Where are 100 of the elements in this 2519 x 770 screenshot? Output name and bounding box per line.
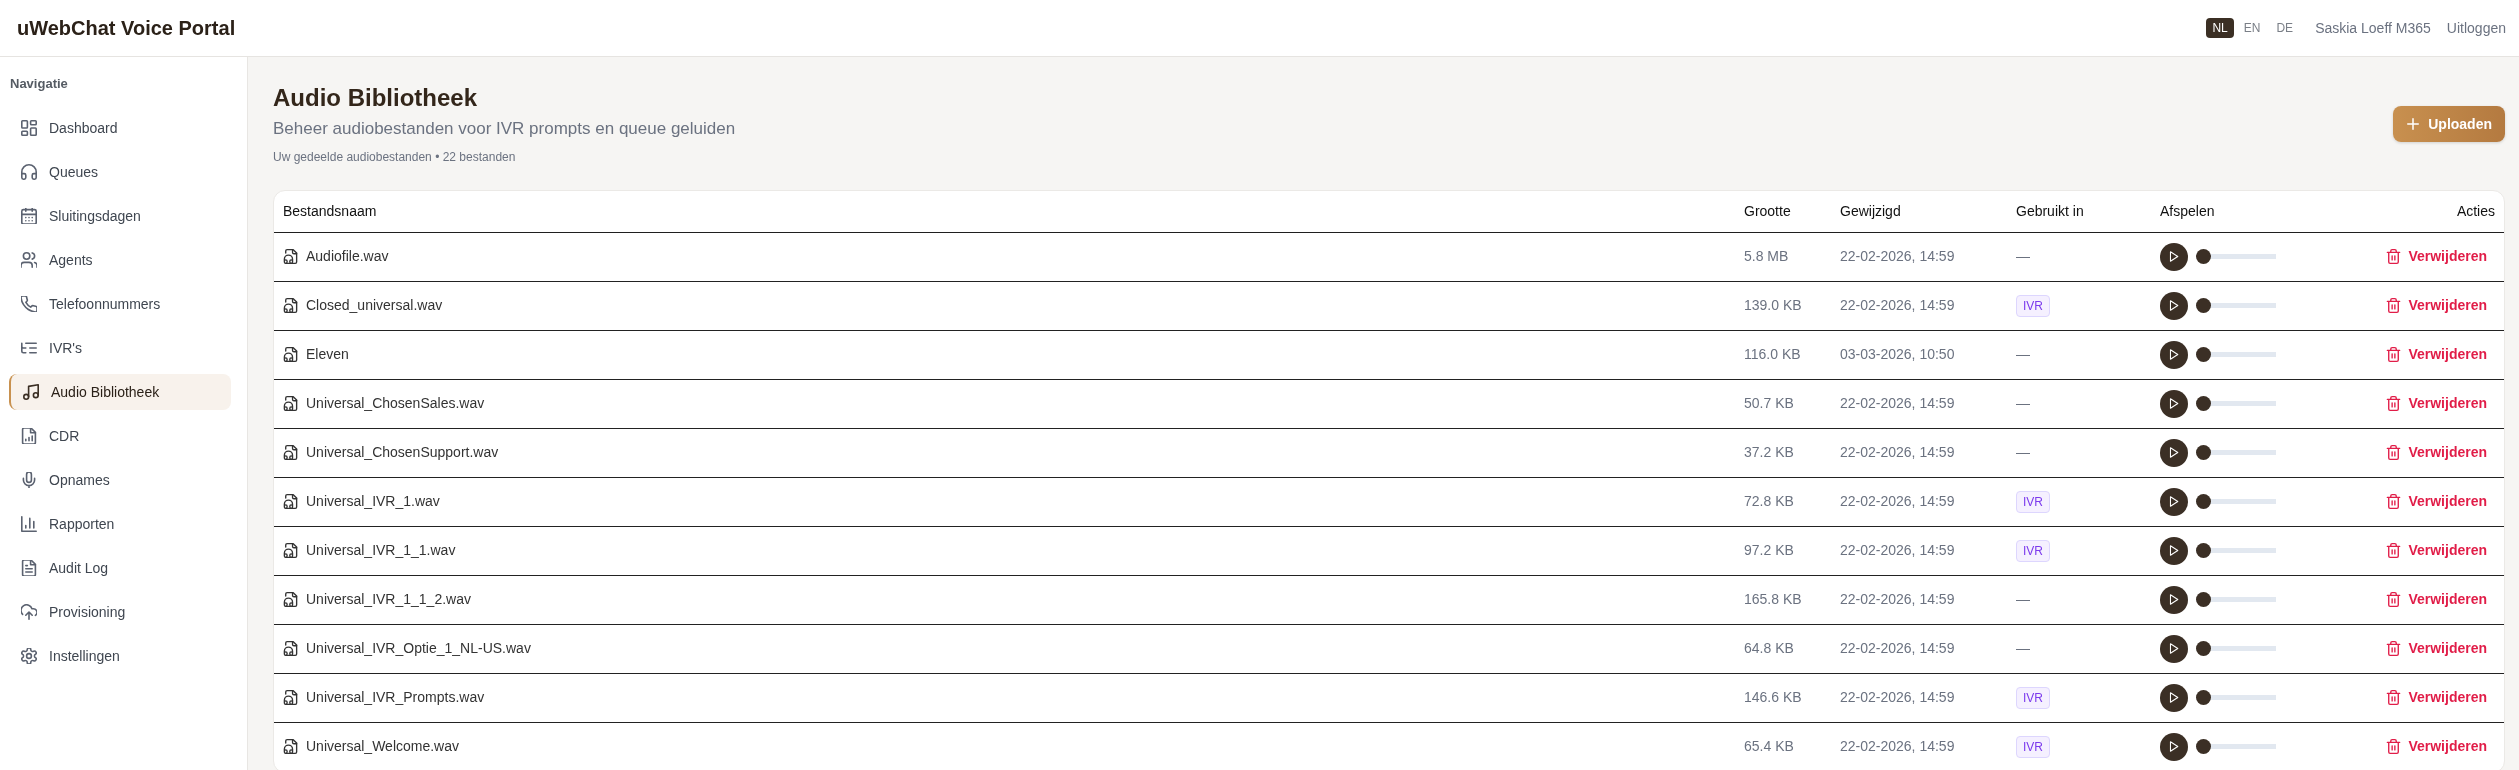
modified-date: 22-02-2026, 14:59 (1840, 591, 1955, 607)
file-size: 65.4 KB (1744, 738, 1794, 754)
sidebar-item[interactable]: Telefoonnummers (9, 286, 231, 322)
empty-usage-dash: — (2016, 640, 2030, 656)
play-button[interactable] (2160, 732, 2188, 761)
play-button[interactable] (2160, 683, 2188, 712)
plus-icon (2407, 118, 2420, 130)
settings-icon (21, 648, 37, 664)
play-button[interactable] (2160, 536, 2188, 565)
audio-file-icon (283, 249, 298, 264)
trash-icon (2386, 592, 2402, 607)
file-count-summary: Uw gedeelde audiobestanden • 22 bestanden (273, 149, 517, 165)
play-icon (2169, 447, 2179, 458)
file-name: Universal_ChosenSupport.wav (306, 443, 499, 462)
play-icon (2169, 741, 2179, 752)
sidebar-item[interactable]: Opnames (9, 462, 231, 498)
file-size: 139.0 KB (1744, 297, 1802, 313)
slider-thumb[interactable] (2196, 298, 2211, 313)
logout-link[interactable]: Uitloggen (2446, 19, 2506, 37)
delete-button[interactable]: Verwijderen (2378, 634, 2495, 663)
sidebar-item[interactable]: Audit Log (9, 550, 231, 586)
modified-date: 22-02-2026, 14:59 (1840, 444, 1955, 460)
slider-thumb[interactable] (2196, 592, 2211, 607)
play-button[interactable] (2160, 242, 2188, 271)
column-header: Gewijzigd (1831, 191, 2007, 232)
slider-thumb[interactable] (2196, 739, 2211, 754)
headphones-icon (21, 164, 37, 180)
column-header: Gebruikt in (2007, 191, 2151, 232)
cloud-upload-icon (21, 604, 37, 620)
delete-button[interactable]: Verwijderen (2378, 585, 2495, 614)
delete-button[interactable]: Verwijderen (2378, 291, 2495, 320)
play-button[interactable] (2160, 438, 2188, 467)
sidebar-item[interactable]: IVR's (9, 330, 231, 366)
trash-icon (2386, 543, 2402, 558)
slider-thumb[interactable] (2196, 445, 2211, 460)
delete-button[interactable]: Verwijderen (2378, 683, 2495, 712)
file-chart-icon (21, 428, 37, 444)
file-name: Universal_IVR_Prompts.wav (306, 688, 485, 707)
language-option[interactable]: NL (2206, 18, 2234, 38)
play-button[interactable] (2160, 389, 2188, 418)
empty-usage-dash: — (2016, 248, 2030, 264)
delete-button[interactable]: Verwijderen (2378, 487, 2495, 516)
empty-usage-dash: — (2016, 346, 2030, 362)
sidebar-item[interactable]: Rapporten (9, 506, 231, 542)
file-size: 165.8 KB (1744, 591, 1802, 607)
play-button[interactable] (2160, 487, 2188, 516)
column-header: Bestandsnaam (274, 191, 1735, 232)
sidebar-item[interactable]: Dashboard (9, 110, 231, 146)
slider-thumb[interactable] (2196, 347, 2211, 362)
file-name: Universal_IVR_1.wav (306, 492, 440, 511)
slider-thumb[interactable] (2196, 396, 2211, 411)
slider-thumb[interactable] (2196, 641, 2211, 656)
delete-button[interactable]: Verwijderen (2378, 389, 2495, 418)
delete-button[interactable]: Verwijderen (2378, 732, 2495, 761)
play-button[interactable] (2160, 291, 2188, 320)
delete-button[interactable]: Verwijderen (2378, 536, 2495, 565)
play-button[interactable] (2160, 634, 2188, 663)
users-icon (21, 252, 37, 268)
sidebar-item[interactable]: Provisioning (9, 594, 231, 630)
sidebar-item[interactable]: Agents (9, 242, 231, 278)
file-size: 97.2 KB (1744, 542, 1794, 558)
language-option[interactable]: EN (2237, 18, 2267, 38)
audio-file-icon (283, 592, 298, 607)
document-icon (21, 560, 37, 576)
slider-thumb[interactable] (2196, 494, 2211, 509)
file-name: Audiofile.wav (306, 247, 389, 266)
delete-button[interactable]: Verwijderen (2378, 438, 2495, 467)
file-name: Universal_IVR_1_1_2.wav (306, 590, 471, 609)
file-name: Universal_IVR_1_1.wav (306, 541, 456, 560)
trash-icon (2386, 396, 2402, 411)
play-button[interactable] (2160, 340, 2188, 369)
play-button[interactable] (2160, 585, 2188, 614)
modified-date: 03-03-2026, 10:50 (1840, 346, 1955, 362)
file-size: 50.7 KB (1744, 395, 1794, 411)
play-icon (2169, 643, 2179, 654)
slider-thumb[interactable] (2196, 690, 2211, 705)
bar-chart-icon (21, 516, 37, 532)
slider-thumb[interactable] (2196, 249, 2211, 264)
trash-icon (2386, 249, 2402, 264)
list-tree-icon (21, 340, 37, 356)
modified-date: 22-02-2026, 14:59 (1840, 738, 1955, 754)
audio-file-icon (283, 739, 298, 754)
sidebar-item[interactable]: Sluitingsdagen (9, 198, 231, 234)
sidebar-item[interactable]: Queues (9, 154, 231, 190)
file-size: 37.2 KB (1744, 444, 1794, 460)
sidebar-item[interactable]: Instellingen (9, 638, 231, 674)
sidebar-item[interactable]: Audio Bibliotheek (9, 374, 231, 410)
sidebar-item[interactable]: CDR (9, 418, 231, 454)
play-icon (2169, 594, 2179, 605)
file-size: 5.8 MB (1744, 248, 1789, 264)
audio-file-icon (283, 445, 298, 460)
calendar-icon (21, 208, 37, 224)
empty-usage-dash: — (2016, 591, 2030, 607)
delete-button[interactable]: Verwijderen (2378, 242, 2495, 271)
delete-button[interactable]: Verwijderen (2378, 340, 2495, 369)
language-option[interactable]: DE (2270, 18, 2300, 38)
app-title: uWebChat Voice Portal (17, 16, 236, 40)
upload-button[interactable]: Uploaden (2393, 106, 2505, 142)
slider-thumb[interactable] (2196, 543, 2211, 558)
usage-tag: IVR (2016, 490, 2050, 513)
